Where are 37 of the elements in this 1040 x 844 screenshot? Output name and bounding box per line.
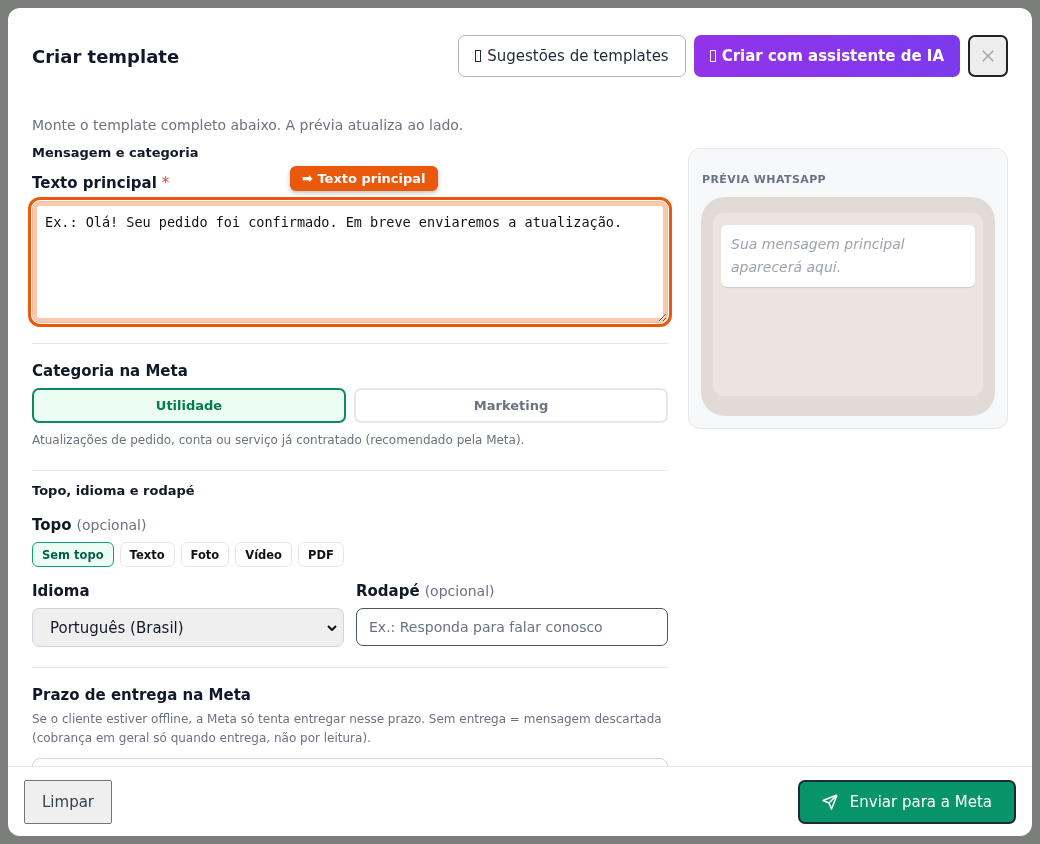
chevron-down-icon <box>327 624 337 631</box>
category-option[interactable]: Utilidade <box>32 388 346 423</box>
field-label: Rodapé <box>356 582 420 600</box>
field-label: Categoria na Meta <box>32 362 189 380</box>
optional-text: (opcional) <box>76 517 147 533</box>
missing-glyph-icon <box>475 50 482 62</box>
hint-text: Atualizações de pedido, conta ou serviço já contratado (recomendado pela Meta). <box>32 432 526 449</box>
ai-assistant-button[interactable]: Criar com assistente de IA <box>693 35 960 77</box>
header-type-chip[interactable]: Sem topo <box>32 542 114 567</box>
highlight-badge: ➡ Texto principal <box>290 166 438 191</box>
close-button[interactable] <box>968 35 1008 77</box>
field-label: Prazo de entrega na Meta <box>32 686 252 704</box>
category-option[interactable]: Marketing <box>354 388 668 423</box>
description-text: Se o cliente estiver offline, a Meta só tenta entregar nesse prazo. Sem entrega = mensagem descartada (cobrança em geral só quando entrega, não por leitura). <box>32 711 663 747</box>
field-label: Topo <box>32 516 72 534</box>
message-bubble: Sua mensagem principal aparecerá aqui. <box>721 225 975 287</box>
section-heading: Mensagem e categoria <box>32 145 200 160</box>
language-select[interactable]: Português (Brasil) <box>32 608 344 647</box>
close-icon <box>981 49 995 63</box>
clear-button[interactable]: Limpar <box>24 779 113 824</box>
intro-text: Monte o template completo abaixo. A prévia atualiza ao lado. <box>32 117 465 133</box>
field-label: Texto principal <box>32 174 157 192</box>
optional-text: (opcional) <box>424 583 495 599</box>
send-icon <box>821 793 838 810</box>
suggestions-button[interactable]: Sugestões de templates <box>458 35 686 77</box>
header-type-chip[interactable]: Foto <box>180 542 230 567</box>
send-button[interactable]: Enviar para a Meta <box>797 779 1016 824</box>
missing-glyph-icon <box>709 50 716 62</box>
required-mark: * <box>161 174 170 192</box>
footer-input[interactable]: Ex.: Responda para falar conosco <box>356 608 668 646</box>
dialog-title: Criar template <box>32 45 180 67</box>
preview-title: PRÉVIA WHATSAPP <box>702 173 828 186</box>
header-type-chip[interactable]: Vídeo <box>235 542 293 567</box>
section-heading: Topo, idioma e rodapé <box>32 483 196 498</box>
header-type-chip[interactable]: PDF <box>298 542 344 567</box>
field-label: Idioma <box>32 582 91 600</box>
header-type-chip[interactable]: Texto <box>119 542 175 567</box>
